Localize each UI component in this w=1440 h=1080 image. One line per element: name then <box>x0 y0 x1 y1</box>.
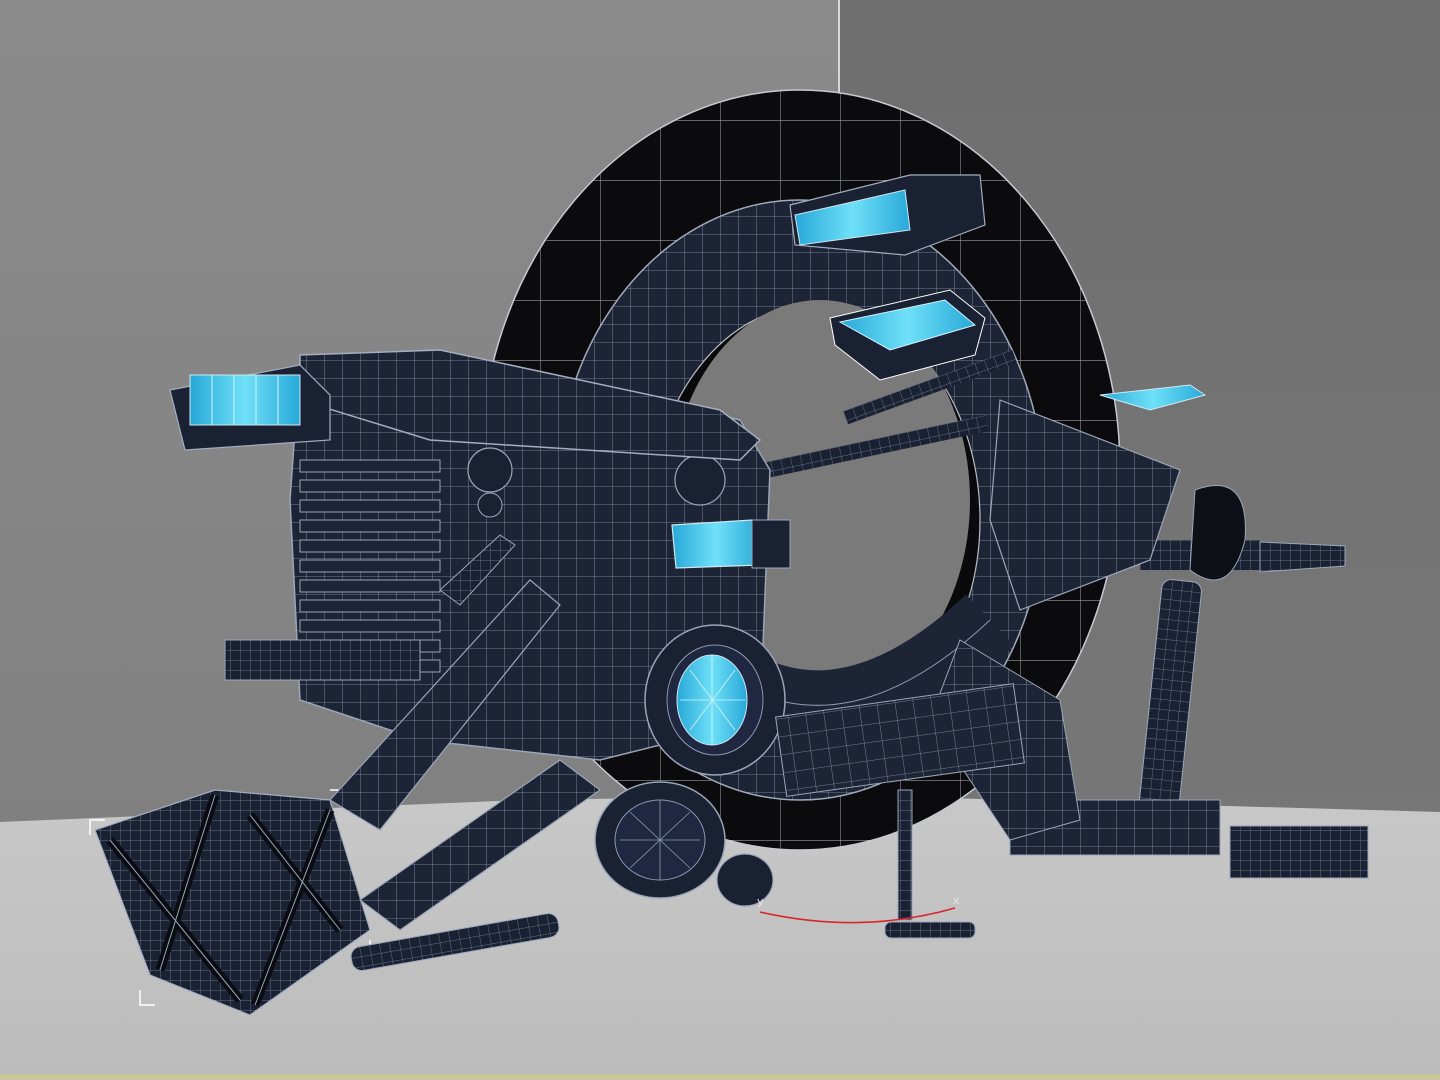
3d-viewport[interactable]: y x <box>0 0 1440 1080</box>
gizmo-x-label: x <box>953 894 960 907</box>
dash-light[interactable] <box>671 519 791 569</box>
headlight-left[interactable] <box>169 364 331 451</box>
viewport-bottom-border <box>0 1074 1440 1080</box>
scene-canvas[interactable]: y x <box>0 0 1440 1080</box>
core-reactor[interactable] <box>644 624 786 776</box>
gizmo-y-label: y <box>757 895 764 908</box>
